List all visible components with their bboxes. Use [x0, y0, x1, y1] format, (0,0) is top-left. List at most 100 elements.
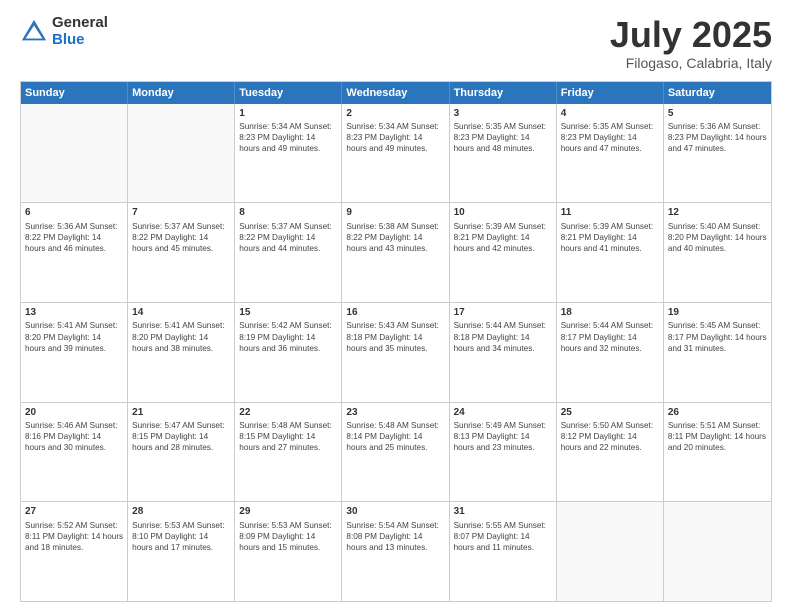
day-number: 18: [561, 306, 659, 320]
logo: General Blue: [20, 15, 108, 48]
day-cell-24: 24Sunrise: 5:49 AM Sunset: 8:13 PM Dayli…: [450, 403, 557, 502]
cell-content: Sunrise: 5:48 AM Sunset: 8:14 PM Dayligh…: [346, 420, 444, 453]
day-number: 28: [132, 505, 230, 519]
day-cell-27: 27Sunrise: 5:52 AM Sunset: 8:11 PM Dayli…: [21, 502, 128, 601]
empty-cell: [21, 104, 128, 203]
day-cell-17: 17Sunrise: 5:44 AM Sunset: 8:18 PM Dayli…: [450, 303, 557, 402]
day-cell-23: 23Sunrise: 5:48 AM Sunset: 8:14 PM Dayli…: [342, 403, 449, 502]
calendar: SundayMondayTuesdayWednesdayThursdayFrid…: [20, 81, 772, 602]
day-header-monday: Monday: [128, 82, 235, 104]
title-block: July 2025 Filogaso, Calabria, Italy: [610, 15, 772, 71]
day-cell-19: 19Sunrise: 5:45 AM Sunset: 8:17 PM Dayli…: [664, 303, 771, 402]
cell-content: Sunrise: 5:34 AM Sunset: 8:23 PM Dayligh…: [239, 121, 337, 154]
cell-content: Sunrise: 5:53 AM Sunset: 8:10 PM Dayligh…: [132, 520, 230, 553]
logo-text: General Blue: [52, 15, 108, 48]
day-number: 25: [561, 406, 659, 420]
day-number: 21: [132, 406, 230, 420]
page: General Blue July 2025 Filogaso, Calabri…: [0, 0, 792, 612]
day-cell-18: 18Sunrise: 5:44 AM Sunset: 8:17 PM Dayli…: [557, 303, 664, 402]
day-number: 10: [454, 206, 552, 220]
day-cell-13: 13Sunrise: 5:41 AM Sunset: 8:20 PM Dayli…: [21, 303, 128, 402]
empty-cell: [128, 104, 235, 203]
day-number: 4: [561, 107, 659, 121]
cell-content: Sunrise: 5:44 AM Sunset: 8:18 PM Dayligh…: [454, 320, 552, 353]
day-number: 14: [132, 306, 230, 320]
day-cell-5: 5Sunrise: 5:36 AM Sunset: 8:23 PM Daylig…: [664, 104, 771, 203]
day-header-friday: Friday: [557, 82, 664, 104]
day-cell-4: 4Sunrise: 5:35 AM Sunset: 8:23 PM Daylig…: [557, 104, 664, 203]
week-row-5: 27Sunrise: 5:52 AM Sunset: 8:11 PM Dayli…: [21, 502, 771, 601]
day-cell-25: 25Sunrise: 5:50 AM Sunset: 8:12 PM Dayli…: [557, 403, 664, 502]
cell-content: Sunrise: 5:38 AM Sunset: 8:22 PM Dayligh…: [346, 221, 444, 254]
day-cell-31: 31Sunrise: 5:55 AM Sunset: 8:07 PM Dayli…: [450, 502, 557, 601]
cell-content: Sunrise: 5:39 AM Sunset: 8:21 PM Dayligh…: [454, 221, 552, 254]
day-header-sunday: Sunday: [21, 82, 128, 104]
week-row-3: 13Sunrise: 5:41 AM Sunset: 8:20 PM Dayli…: [21, 303, 771, 403]
day-cell-10: 10Sunrise: 5:39 AM Sunset: 8:21 PM Dayli…: [450, 203, 557, 302]
week-row-1: 1Sunrise: 5:34 AM Sunset: 8:23 PM Daylig…: [21, 104, 771, 204]
day-number: 22: [239, 406, 337, 420]
week-row-2: 6Sunrise: 5:36 AM Sunset: 8:22 PM Daylig…: [21, 203, 771, 303]
cell-content: Sunrise: 5:36 AM Sunset: 8:23 PM Dayligh…: [668, 121, 767, 154]
day-cell-22: 22Sunrise: 5:48 AM Sunset: 8:15 PM Dayli…: [235, 403, 342, 502]
cell-content: Sunrise: 5:37 AM Sunset: 8:22 PM Dayligh…: [239, 221, 337, 254]
day-cell-30: 30Sunrise: 5:54 AM Sunset: 8:08 PM Dayli…: [342, 502, 449, 601]
day-number: 8: [239, 206, 337, 220]
day-cell-29: 29Sunrise: 5:53 AM Sunset: 8:09 PM Dayli…: [235, 502, 342, 601]
cell-content: Sunrise: 5:39 AM Sunset: 8:21 PM Dayligh…: [561, 221, 659, 254]
cell-content: Sunrise: 5:48 AM Sunset: 8:15 PM Dayligh…: [239, 420, 337, 453]
cell-content: Sunrise: 5:35 AM Sunset: 8:23 PM Dayligh…: [561, 121, 659, 154]
day-number: 5: [668, 107, 767, 121]
cell-content: Sunrise: 5:35 AM Sunset: 8:23 PM Dayligh…: [454, 121, 552, 154]
logo-icon: [20, 18, 48, 46]
calendar-body: 1Sunrise: 5:34 AM Sunset: 8:23 PM Daylig…: [21, 104, 771, 601]
cell-content: Sunrise: 5:52 AM Sunset: 8:11 PM Dayligh…: [25, 520, 123, 553]
day-cell-21: 21Sunrise: 5:47 AM Sunset: 8:15 PM Dayli…: [128, 403, 235, 502]
day-number: 20: [25, 406, 123, 420]
day-number: 13: [25, 306, 123, 320]
cell-content: Sunrise: 5:41 AM Sunset: 8:20 PM Dayligh…: [25, 320, 123, 353]
day-number: 2: [346, 107, 444, 121]
day-cell-8: 8Sunrise: 5:37 AM Sunset: 8:22 PM Daylig…: [235, 203, 342, 302]
day-cell-20: 20Sunrise: 5:46 AM Sunset: 8:16 PM Dayli…: [21, 403, 128, 502]
day-cell-1: 1Sunrise: 5:34 AM Sunset: 8:23 PM Daylig…: [235, 104, 342, 203]
cell-content: Sunrise: 5:43 AM Sunset: 8:18 PM Dayligh…: [346, 320, 444, 353]
day-header-thursday: Thursday: [450, 82, 557, 104]
day-cell-9: 9Sunrise: 5:38 AM Sunset: 8:22 PM Daylig…: [342, 203, 449, 302]
cell-content: Sunrise: 5:53 AM Sunset: 8:09 PM Dayligh…: [239, 520, 337, 553]
day-cell-6: 6Sunrise: 5:36 AM Sunset: 8:22 PM Daylig…: [21, 203, 128, 302]
day-cell-26: 26Sunrise: 5:51 AM Sunset: 8:11 PM Dayli…: [664, 403, 771, 502]
day-cell-12: 12Sunrise: 5:40 AM Sunset: 8:20 PM Dayli…: [664, 203, 771, 302]
day-number: 29: [239, 505, 337, 519]
header: General Blue July 2025 Filogaso, Calabri…: [20, 15, 772, 71]
day-cell-16: 16Sunrise: 5:43 AM Sunset: 8:18 PM Dayli…: [342, 303, 449, 402]
day-cell-14: 14Sunrise: 5:41 AM Sunset: 8:20 PM Dayli…: [128, 303, 235, 402]
day-header-tuesday: Tuesday: [235, 82, 342, 104]
day-header-wednesday: Wednesday: [342, 82, 449, 104]
calendar-header: SundayMondayTuesdayWednesdayThursdayFrid…: [21, 82, 771, 104]
day-number: 6: [25, 206, 123, 220]
day-cell-3: 3Sunrise: 5:35 AM Sunset: 8:23 PM Daylig…: [450, 104, 557, 203]
day-number: 27: [25, 505, 123, 519]
day-number: 26: [668, 406, 767, 420]
empty-cell: [557, 502, 664, 601]
cell-content: Sunrise: 5:54 AM Sunset: 8:08 PM Dayligh…: [346, 520, 444, 553]
day-number: 7: [132, 206, 230, 220]
day-number: 11: [561, 206, 659, 220]
cell-content: Sunrise: 5:41 AM Sunset: 8:20 PM Dayligh…: [132, 320, 230, 353]
cell-content: Sunrise: 5:55 AM Sunset: 8:07 PM Dayligh…: [454, 520, 552, 553]
day-number: 17: [454, 306, 552, 320]
day-number: 19: [668, 306, 767, 320]
day-number: 23: [346, 406, 444, 420]
day-number: 3: [454, 107, 552, 121]
cell-content: Sunrise: 5:40 AM Sunset: 8:20 PM Dayligh…: [668, 221, 767, 254]
cell-content: Sunrise: 5:49 AM Sunset: 8:13 PM Dayligh…: [454, 420, 552, 453]
cell-content: Sunrise: 5:37 AM Sunset: 8:22 PM Dayligh…: [132, 221, 230, 254]
empty-cell: [664, 502, 771, 601]
cell-content: Sunrise: 5:42 AM Sunset: 8:19 PM Dayligh…: [239, 320, 337, 353]
day-cell-11: 11Sunrise: 5:39 AM Sunset: 8:21 PM Dayli…: [557, 203, 664, 302]
day-number: 9: [346, 206, 444, 220]
day-cell-2: 2Sunrise: 5:34 AM Sunset: 8:23 PM Daylig…: [342, 104, 449, 203]
cell-content: Sunrise: 5:45 AM Sunset: 8:17 PM Dayligh…: [668, 320, 767, 353]
logo-general: General: [52, 15, 108, 32]
